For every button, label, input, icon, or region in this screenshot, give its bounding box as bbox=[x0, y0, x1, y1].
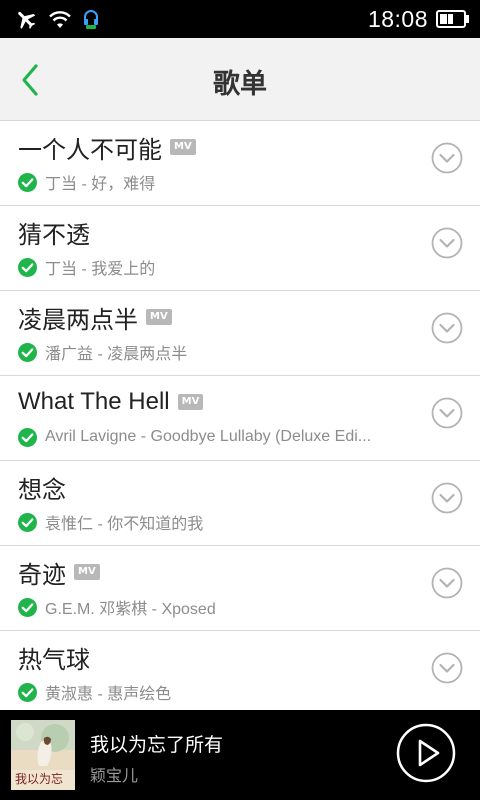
downloaded-check-icon bbox=[18, 172, 37, 192]
song-artist-album: 丁当 - 好，难得 bbox=[45, 176, 156, 193]
downloaded-check-icon bbox=[18, 597, 37, 617]
mv-badge[interactable]: MV bbox=[170, 139, 196, 155]
song-title-row: 热气球 bbox=[18, 641, 90, 674]
mv-badge[interactable]: MV bbox=[177, 394, 204, 410]
album-art[interactable]: 我以为忘 bbox=[11, 720, 75, 790]
song-list[interactable]: 一个人不可能 MV 丁当 - 好，难得 猜不透 丁当 - 我爱上的 凌晨两点半 … bbox=[0, 121, 480, 710]
header-bar: 歌单 bbox=[0, 38, 480, 121]
status-bar: 18:08 bbox=[0, 0, 480, 38]
song-artist-album: 潘广益 - 凌晨两点半 bbox=[45, 346, 188, 363]
status-right: 18:08 bbox=[368, 4, 470, 34]
song-artist-album: 黄淑惠 - 惠声绘色 bbox=[45, 686, 172, 703]
svg-text:我以为忘: 我以为忘 bbox=[15, 771, 63, 786]
song-title-row: 猜不透 bbox=[18, 216, 90, 249]
mv-badge[interactable]: MV bbox=[146, 309, 172, 325]
album-art-image: 我以为忘 bbox=[11, 720, 75, 790]
play-button[interactable] bbox=[396, 723, 456, 783]
song-subtitle-row: 丁当 - 我爱上的 bbox=[18, 255, 418, 279]
song-subtitle-row: Avril Lavigne - Goodbye Lullaby (Deluxe … bbox=[18, 425, 418, 449]
song-list-item[interactable]: 猜不透 丁当 - 我爱上的 bbox=[0, 206, 480, 291]
song-title-row: What The Hell MV bbox=[18, 386, 204, 418]
song-artist-album: Avril Lavigne - Goodbye Lullaby (Deluxe … bbox=[45, 428, 372, 445]
chevron-down-icon[interactable] bbox=[431, 652, 463, 684]
song-title-row: 一个人不可能 MV bbox=[18, 131, 196, 164]
song-title: 想念 bbox=[18, 476, 66, 504]
song-subtitle-row: 袁惟仁 - 你不知道的我 bbox=[18, 510, 418, 534]
wifi-icon bbox=[49, 11, 71, 28]
song-list-item[interactable]: What The Hell MV Avril Lavigne - Goodbye… bbox=[0, 376, 480, 461]
song-list-item[interactable]: 凌晨两点半 MV 潘广益 - 凌晨两点半 bbox=[0, 291, 480, 376]
song-list-item[interactable]: 热气球 黄淑惠 - 惠声绘色 bbox=[0, 631, 480, 710]
song-title: 奇迹 bbox=[18, 561, 66, 589]
chevron-down-icon[interactable] bbox=[431, 142, 463, 174]
downloaded-check-icon bbox=[18, 342, 37, 362]
song-title: 凌晨两点半 bbox=[18, 306, 138, 334]
song-title-row: 奇迹 MV bbox=[18, 556, 100, 589]
song-subtitle-row: G.E.M. 邓紫棋 - Xposed bbox=[18, 595, 418, 619]
chevron-down-icon[interactable] bbox=[431, 397, 463, 429]
now-playing-artist: 颖宝儿 bbox=[90, 766, 139, 785]
page-title: 歌单 bbox=[213, 69, 267, 100]
chevron-down-icon[interactable] bbox=[431, 312, 463, 344]
chevron-down-icon[interactable] bbox=[431, 567, 463, 599]
downloaded-check-icon bbox=[18, 682, 37, 702]
mini-player[interactable]: 我以为忘 我以为忘了所有 颖宝儿 bbox=[0, 710, 480, 800]
song-list-item[interactable]: 奇迹 MV G.E.M. 邓紫棋 - Xposed bbox=[0, 546, 480, 631]
headset-notification-icon bbox=[84, 10, 98, 29]
song-list-item[interactable]: 一个人不可能 MV 丁当 - 好，难得 bbox=[0, 121, 480, 206]
song-subtitle-row: 潘广益 - 凌晨两点半 bbox=[18, 340, 418, 364]
song-list-item[interactable]: 想念 袁惟仁 - 你不知道的我 bbox=[0, 461, 480, 546]
mv-badge[interactable]: MV bbox=[74, 564, 100, 580]
song-title: What The Hell bbox=[18, 388, 170, 415]
status-left-icons bbox=[14, 6, 100, 32]
airplane-icon bbox=[18, 11, 36, 29]
song-title-row: 凌晨两点半 MV bbox=[18, 301, 172, 334]
song-artist-album: 袁惟仁 - 你不知道的我 bbox=[45, 516, 204, 533]
chevron-down-icon[interactable] bbox=[431, 227, 463, 259]
now-playing-title: 我以为忘了所有 bbox=[90, 734, 224, 756]
downloaded-check-icon bbox=[18, 257, 37, 277]
song-title: 一个人不可能 bbox=[18, 136, 162, 164]
downloaded-check-icon bbox=[18, 512, 37, 532]
song-title: 猜不透 bbox=[18, 221, 90, 249]
song-title: 热气球 bbox=[18, 646, 90, 674]
song-subtitle-row: 黄淑惠 - 惠声绘色 bbox=[18, 680, 418, 704]
song-subtitle-row: 丁当 - 好，难得 bbox=[18, 170, 418, 194]
song-title-row: 想念 bbox=[18, 471, 66, 504]
battery-icon bbox=[436, 10, 469, 28]
chevron-down-icon[interactable] bbox=[431, 482, 463, 514]
song-artist-album: 丁当 - 我爱上的 bbox=[45, 261, 156, 278]
song-artist-album: G.E.M. 邓紫棋 - Xposed bbox=[45, 601, 216, 618]
status-time: 18:08 bbox=[367, 5, 428, 32]
downloaded-check-icon bbox=[18, 427, 37, 447]
